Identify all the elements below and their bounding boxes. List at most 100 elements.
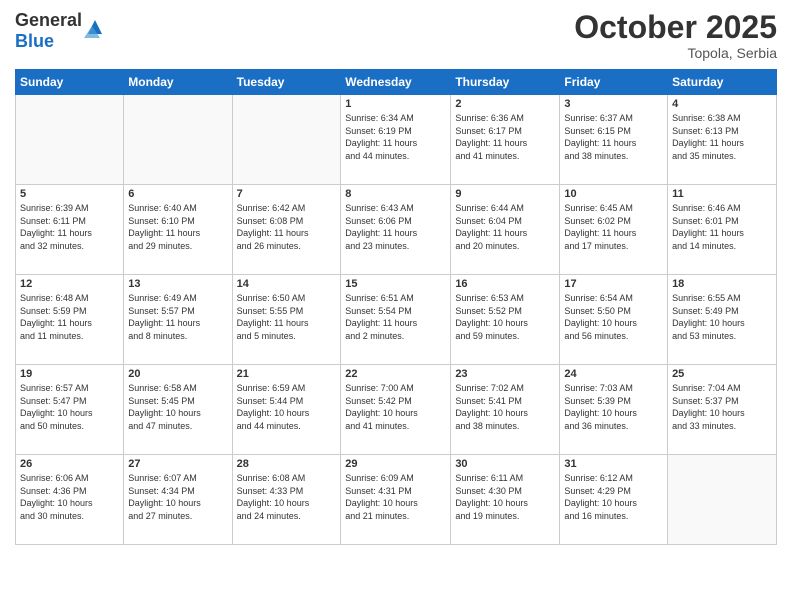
day-number: 15 [345,278,446,290]
weekday-header-row: Sunday Monday Tuesday Wednesday Thursday… [16,70,777,95]
day-number: 30 [455,458,555,470]
day-number: 2 [455,98,555,110]
day-info: Sunrise: 6:43 AM Sunset: 6:06 PM Dayligh… [345,202,446,252]
calendar-cell: 5 Sunrise: 6:39 AM Sunset: 6:11 PM Daylig… [16,185,124,275]
day-number: 9 [455,188,555,200]
day-number: 20 [128,368,227,380]
week-row-2: 5 Sunrise: 6:39 AM Sunset: 6:11 PM Daylig… [16,185,777,275]
calendar-cell: 12Sunrise: 6:48 AM Sunset: 5:59 PM Dayli… [16,275,124,365]
day-info: Sunrise: 6:39 AM Sunset: 6:11 PM Dayligh… [20,202,119,252]
day-info: Sunrise: 6:57 AM Sunset: 5:47 PM Dayligh… [20,382,119,432]
calendar-cell: 3 Sunrise: 6:37 AM Sunset: 6:15 PM Daylig… [560,95,668,185]
calendar-cell [232,95,341,185]
header-monday: Monday [124,70,232,95]
day-number: 10 [564,188,663,200]
day-number: 7 [237,188,337,200]
calendar-cell: 19 Sunrise: 6:57 AM Sunset: 5:47 PM Dayli… [16,365,124,455]
logo-blue-label: Blue [15,31,54,51]
header-saturday: Saturday [668,70,777,95]
week-row-4: 19 Sunrise: 6:57 AM Sunset: 5:47 PM Dayli… [16,365,777,455]
day-number: 6 [128,188,227,200]
day-info: Sunrise: 6:44 AM Sunset: 6:04 PM Dayligh… [455,202,555,252]
calendar-cell: 21Sunrise: 6:59 AM Sunset: 5:44 PM Dayli… [232,365,341,455]
calendar-cell: 8 Sunrise: 6:43 AM Sunset: 6:06 PM Daylig… [341,185,451,275]
calendar-cell: 6 Sunrise: 6:40 AM Sunset: 6:10 PM Daylig… [124,185,232,275]
calendar-cell: 14 Sunrise: 6:50 AM Sunset: 5:55 PM Dayli… [232,275,341,365]
day-info: Sunrise: 6:59 AM Sunset: 5:44 PM Dayligh… [237,382,337,432]
calendar-cell: 25 Sunrise: 7:04 AM Sunset: 5:37 PM Dayli… [668,365,777,455]
day-info: Sunrise: 6:50 AM Sunset: 5:55 PM Dayligh… [237,292,337,342]
day-info: Sunrise: 6:08 AM Sunset: 4:33 PM Dayligh… [237,472,337,522]
month-title: October 2025 [574,10,777,45]
day-number: 13 [128,278,227,290]
day-info: Sunrise: 6:38 AM Sunset: 6:13 PM Dayligh… [672,112,772,162]
day-info: Sunrise: 6:40 AM Sunset: 6:10 PM Dayligh… [128,202,227,252]
calendar-cell: 20 Sunrise: 6:58 AM Sunset: 5:45 PM Dayli… [124,365,232,455]
day-number: 8 [345,188,446,200]
header-thursday: Thursday [451,70,560,95]
calendar-cell: 16Sunrise: 6:53 AM Sunset: 5:52 PM Dayli… [451,275,560,365]
calendar-cell: 10 Sunrise: 6:45 AM Sunset: 6:02 PM Dayli… [560,185,668,275]
day-number: 24 [564,368,663,380]
calendar-cell [668,455,777,545]
day-number: 22 [345,368,446,380]
day-info: Sunrise: 6:36 AM Sunset: 6:17 PM Dayligh… [455,112,555,162]
day-info: Sunrise: 7:02 AM Sunset: 5:41 PM Dayligh… [455,382,555,432]
page-container: General Blue October 2025 Topola, Serbia… [0,0,792,612]
day-info: Sunrise: 6:54 AM Sunset: 5:50 PM Dayligh… [564,292,663,342]
day-number: 14 [237,278,337,290]
day-number: 12 [20,278,119,290]
page-header: General Blue October 2025 Topola, Serbia [15,10,777,61]
day-number: 5 [20,188,119,200]
title-block: October 2025 Topola, Serbia [574,10,777,61]
day-info: Sunrise: 6:11 AM Sunset: 4:30 PM Dayligh… [455,472,555,522]
day-number: 27 [128,458,227,470]
week-row-3: 12Sunrise: 6:48 AM Sunset: 5:59 PM Dayli… [16,275,777,365]
day-info: Sunrise: 6:58 AM Sunset: 5:45 PM Dayligh… [128,382,227,432]
logo-general-label: General [15,10,82,30]
calendar-cell: 30 Sunrise: 6:11 AM Sunset: 4:30 PM Dayli… [451,455,560,545]
day-info: Sunrise: 6:37 AM Sunset: 6:15 PM Dayligh… [564,112,663,162]
calendar-cell: 27Sunrise: 6:07 AM Sunset: 4:34 PM Dayli… [124,455,232,545]
day-number: 17 [564,278,663,290]
day-info: Sunrise: 6:12 AM Sunset: 4:29 PM Dayligh… [564,472,663,522]
calendar-cell: 7Sunrise: 6:42 AM Sunset: 6:08 PM Daylig… [232,185,341,275]
day-number: 18 [672,278,772,290]
header-friday: Friday [560,70,668,95]
logo: General Blue [15,10,106,52]
day-info: Sunrise: 6:49 AM Sunset: 5:57 PM Dayligh… [128,292,227,342]
day-number: 19 [20,368,119,380]
calendar-cell: 24 Sunrise: 7:03 AM Sunset: 5:39 PM Dayli… [560,365,668,455]
day-number: 31 [564,458,663,470]
calendar-cell: 4 Sunrise: 6:38 AM Sunset: 6:13 PM Daylig… [668,95,777,185]
day-info: Sunrise: 7:03 AM Sunset: 5:39 PM Dayligh… [564,382,663,432]
calendar-cell [124,95,232,185]
day-number: 29 [345,458,446,470]
day-number: 4 [672,98,772,110]
calendar-cell: 2 Sunrise: 6:36 AM Sunset: 6:17 PM Daylig… [451,95,560,185]
calendar-cell: 15Sunrise: 6:51 AM Sunset: 5:54 PM Dayli… [341,275,451,365]
day-info: Sunrise: 6:06 AM Sunset: 4:36 PM Dayligh… [20,472,119,522]
header-sunday: Sunday [16,70,124,95]
day-number: 1 [345,98,446,110]
header-tuesday: Tuesday [232,70,341,95]
calendar-cell: 22 Sunrise: 7:00 AM Sunset: 5:42 PM Dayli… [341,365,451,455]
day-info: Sunrise: 6:46 AM Sunset: 6:01 PM Dayligh… [672,202,772,252]
day-number: 28 [237,458,337,470]
calendar-cell [16,95,124,185]
calendar-cell: 18Sunrise: 6:55 AM Sunset: 5:49 PM Dayli… [668,275,777,365]
calendar-cell: 11 Sunrise: 6:46 AM Sunset: 6:01 PM Dayli… [668,185,777,275]
calendar-cell: 13 Sunrise: 6:49 AM Sunset: 5:57 PM Dayli… [124,275,232,365]
calendar-cell: 9 Sunrise: 6:44 AM Sunset: 6:04 PM Daylig… [451,185,560,275]
day-number: 25 [672,368,772,380]
day-info: Sunrise: 6:09 AM Sunset: 4:31 PM Dayligh… [345,472,446,522]
day-number: 11 [672,188,772,200]
calendar-cell: 17 Sunrise: 6:54 AM Sunset: 5:50 PM Dayli… [560,275,668,365]
day-info: Sunrise: 7:04 AM Sunset: 5:37 PM Dayligh… [672,382,772,432]
location: Topola, Serbia [574,45,777,61]
day-info: Sunrise: 7:00 AM Sunset: 5:42 PM Dayligh… [345,382,446,432]
day-info: Sunrise: 6:45 AM Sunset: 6:02 PM Dayligh… [564,202,663,252]
calendar-cell: 23Sunrise: 7:02 AM Sunset: 5:41 PM Dayli… [451,365,560,455]
day-info: Sunrise: 6:34 AM Sunset: 6:19 PM Dayligh… [345,112,446,162]
day-number: 3 [564,98,663,110]
